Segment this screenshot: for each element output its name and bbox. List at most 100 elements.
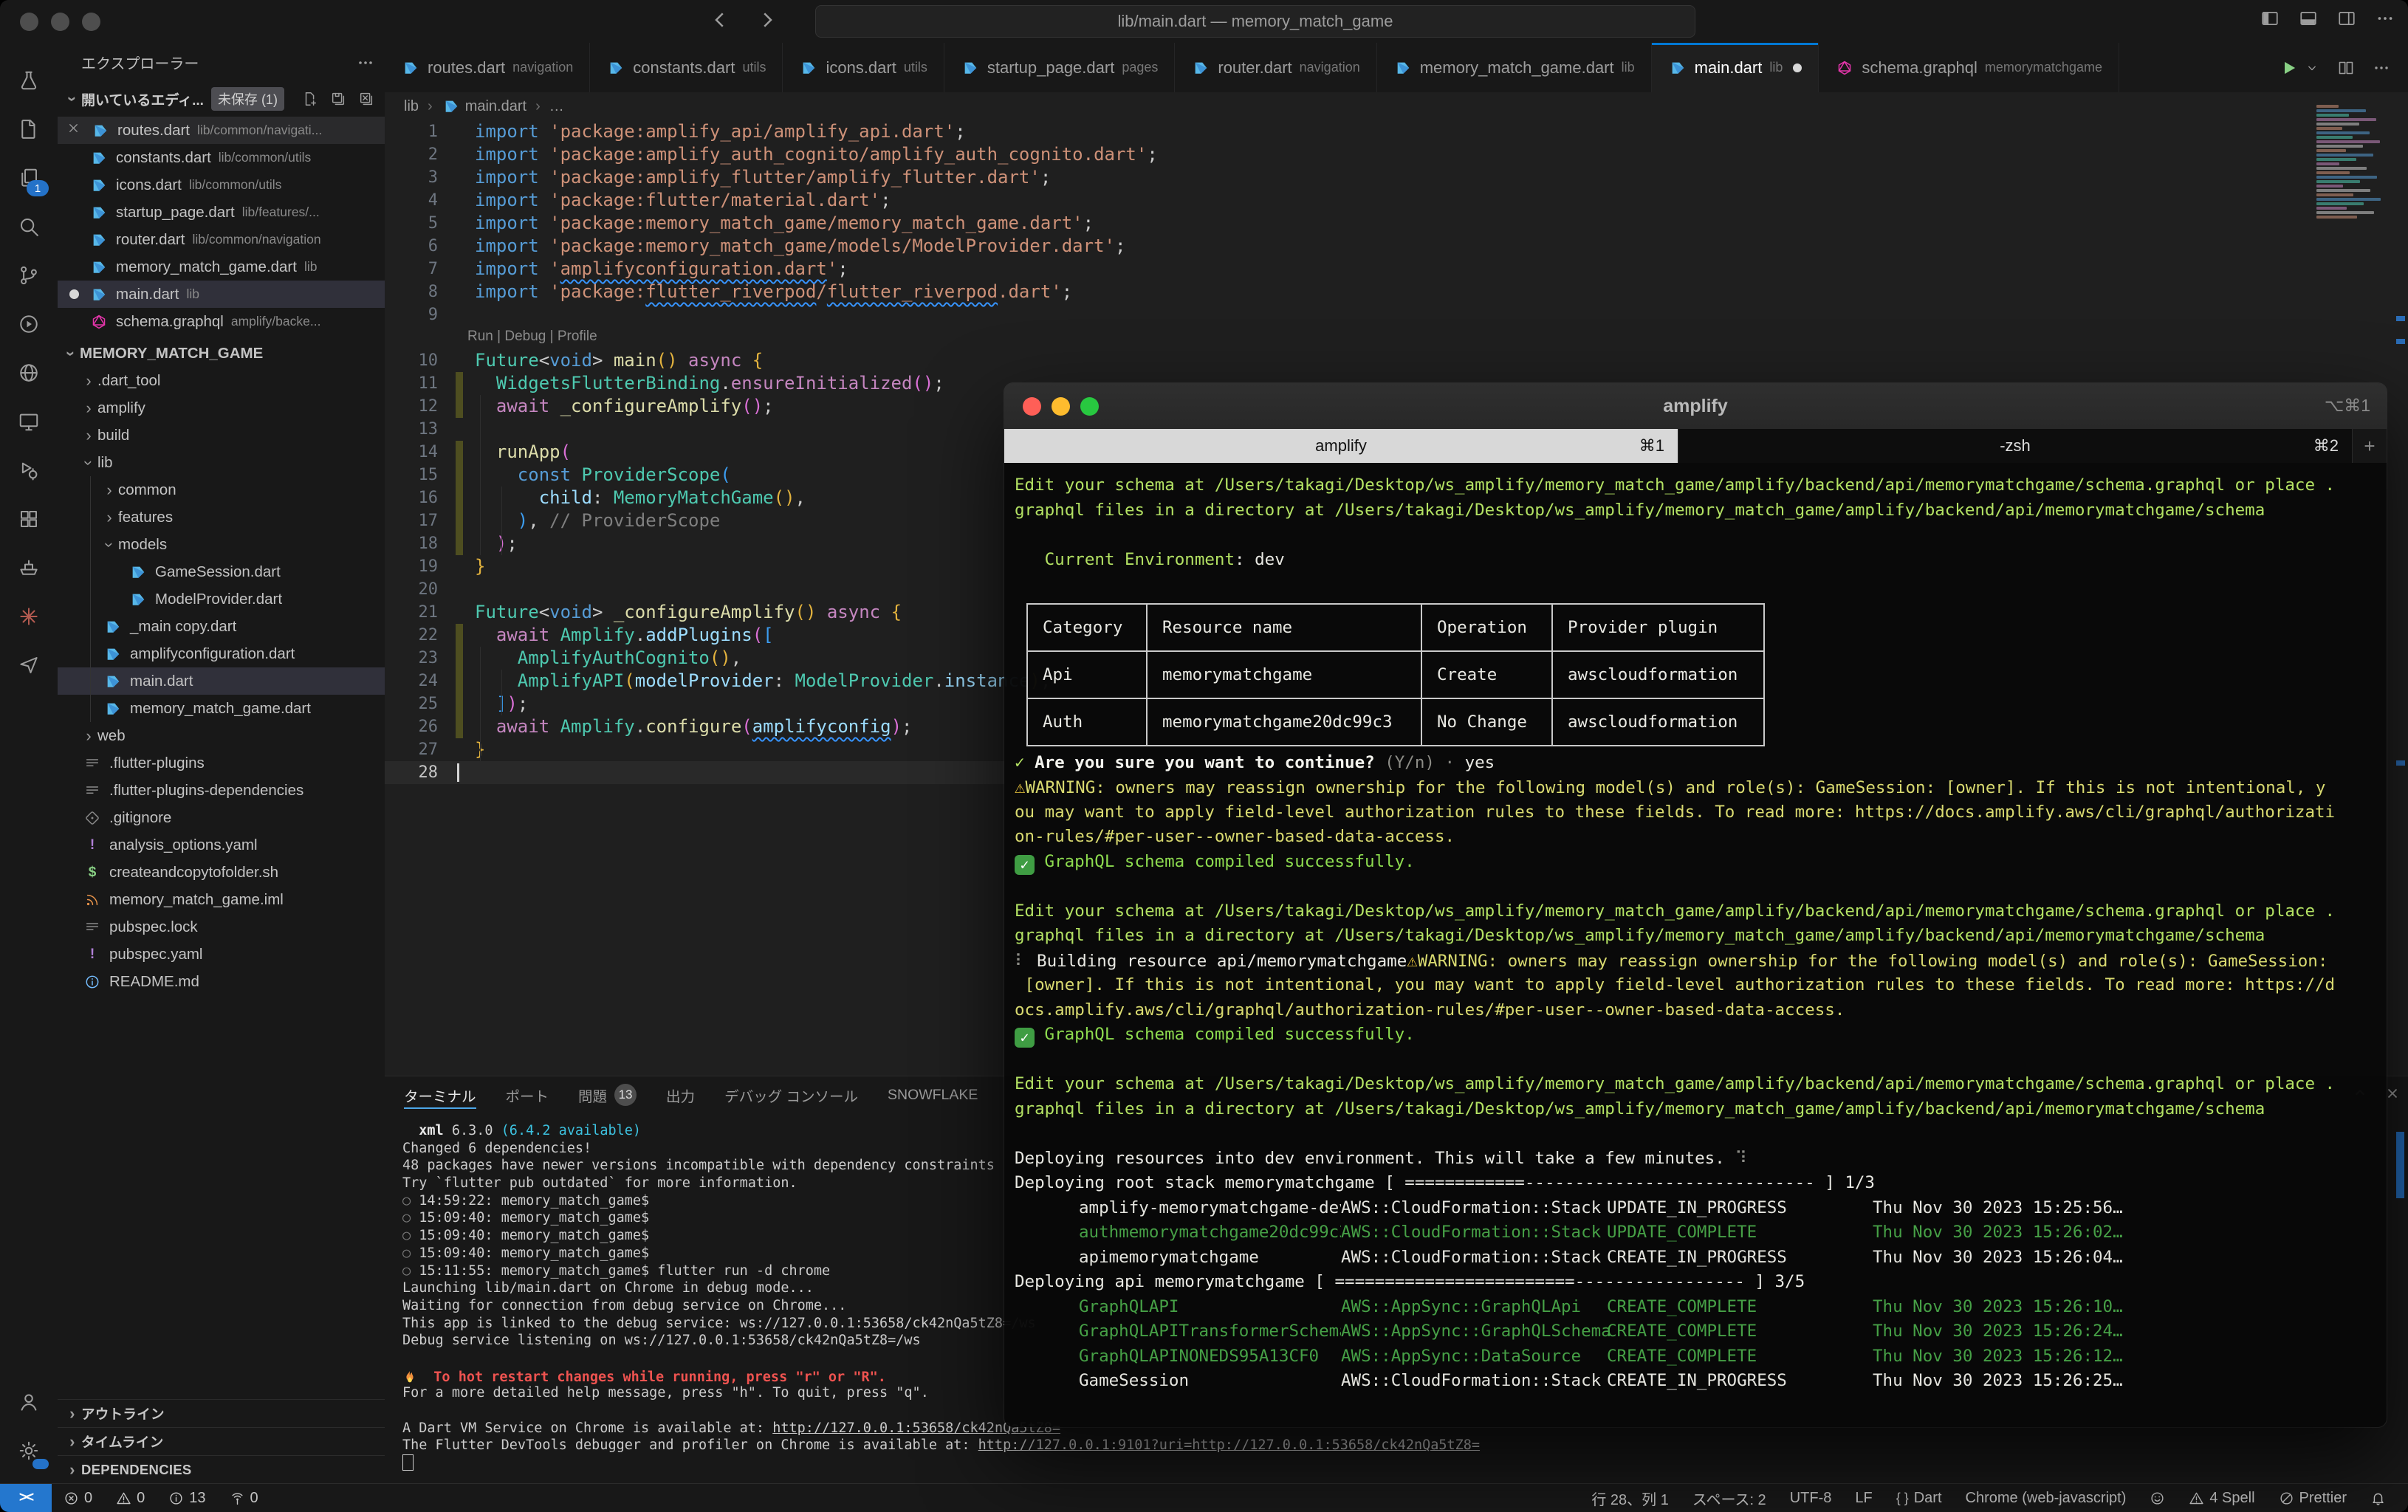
command-center-search[interactable]: lib/main.dart — memory_match_game: [815, 5, 1695, 38]
open-editor-icons.dart[interactable]: icons.dart lib/common/utils: [58, 171, 385, 199]
activity-docker[interactable]: [0, 543, 58, 592]
tree-item-pubspec.yaml[interactable]: ! pubspec.yaml: [58, 941, 385, 968]
tree-item-GameSession.dart[interactable]: GameSession.dart: [58, 558, 385, 585]
terminal-link[interactable]: http://127.0.0.1:9101?uri=http://127.0.0…: [978, 1437, 1480, 1453]
split-editor-icon[interactable]: [2337, 59, 2355, 77]
collapse-chevron-icon[interactable]: ›: [63, 90, 82, 108]
activity-run[interactable]: [0, 446, 58, 495]
breadcrumb-item[interactable]: main.dart: [465, 98, 526, 115]
open-editor-memory_match_game.dart[interactable]: memory_match_game.dart lib: [58, 253, 385, 281]
forward-arrow-icon[interactable]: [756, 9, 778, 31]
run-button[interactable]: [2280, 58, 2299, 78]
tab-router.dart[interactable]: router.dart navigation: [1175, 43, 1377, 92]
tree-item-lib[interactable]: › lib: [58, 449, 385, 476]
tab-main.dart[interactable]: main.dart lib: [1651, 43, 1819, 92]
section-アウトライン[interactable]: › アウトライン: [58, 1399, 385, 1428]
activity-beaker[interactable]: [0, 56, 58, 105]
activity-extensions[interactable]: [0, 495, 58, 543]
terminal-close-button[interactable]: [1023, 397, 1041, 416]
tree-item-amplify[interactable]: › amplify: [58, 394, 385, 422]
close-window-button[interactable]: [20, 13, 38, 31]
activity-debug[interactable]: [0, 300, 58, 348]
activity-globe[interactable]: [0, 348, 58, 397]
tree-item-analysis_options.yaml[interactable]: ! analysis_options.yaml: [58, 831, 385, 859]
section-DEPENDENCIES[interactable]: › DEPENDENCIES: [58, 1455, 385, 1484]
panel-tab-ポート[interactable]: ポート: [506, 1076, 549, 1113]
newfile-icon[interactable]: [302, 91, 318, 107]
status-行-28、列-1[interactable]: 行 28、列 1: [1591, 1488, 1668, 1509]
status-dart[interactable]: { } Dart: [1896, 1490, 1942, 1507]
activity-search[interactable]: [0, 202, 58, 251]
tree-item-createandcopytofolder.sh[interactable]: $ createandcopytofolder.sh: [58, 859, 385, 886]
status-bell[interactable]: [2370, 1491, 2386, 1506]
codelens[interactable]: Run | Debug | Profile: [385, 326, 2374, 349]
tree-item-memory_match_game.iml[interactable]: memory_match_game.iml: [58, 886, 385, 913]
zoom-window-button[interactable]: [82, 13, 100, 31]
tree-item-web[interactable]: › web: [58, 722, 385, 749]
tree-item-models[interactable]: › models: [58, 531, 385, 558]
new-terminal-tab-button[interactable]: +: [2353, 429, 2387, 463]
more-actions-icon[interactable]: [357, 54, 374, 72]
activity-source-control[interactable]: [0, 251, 58, 300]
tree-item-memory_match_game.dart[interactable]: memory_match_game.dart: [58, 695, 385, 722]
tab-routes.dart[interactable]: routes.dart navigation: [385, 43, 591, 92]
tree-item-.flutter-plugins[interactable]: .flutter-plugins: [58, 749, 385, 777]
terminal-title-bar[interactable]: amplify ⌥⌘1: [1004, 383, 2387, 429]
terminal-zoom-button[interactable]: [1080, 397, 1099, 416]
breadcrumb[interactable]: lib › main.dart ›…: [385, 92, 2408, 120]
minimize-window-button[interactable]: [51, 13, 69, 31]
remote-indicator[interactable]: ><: [0, 1484, 52, 1512]
back-arrow-icon[interactable]: [709, 9, 731, 31]
status-0[interactable]: 0: [230, 1490, 258, 1507]
status-スペース:-2[interactable]: スペース: 2: [1692, 1488, 1766, 1509]
panel-close-icon[interactable]: [2384, 1085, 2401, 1102]
status-lf[interactable]: LF: [1855, 1490, 1872, 1507]
activity-send[interactable]: [0, 641, 58, 690]
breadcrumb-item[interactable]: …: [549, 98, 564, 115]
panel-tab-ターミナル[interactable]: ターミナル: [404, 1076, 476, 1113]
tree-item-main.dart[interactable]: main.dart: [58, 667, 385, 695]
breadcrumb-item[interactable]: lib: [404, 98, 419, 115]
status-0[interactable]: 0: [116, 1490, 145, 1507]
tree-item-build[interactable]: › build: [58, 422, 385, 449]
open-editor-startup_page.dart[interactable]: startup_page.dart lib/features/...: [58, 199, 385, 226]
open-editor-main.dart[interactable]: main.dart lib: [58, 281, 385, 308]
activity-files[interactable]: [0, 105, 58, 154]
tree-item-ModelProvider.dart[interactable]: ModelProvider.dart: [58, 585, 385, 613]
more-actions-icon[interactable]: [2373, 59, 2390, 77]
tree-item-.gitignore[interactable]: .gitignore: [58, 804, 385, 831]
minimap[interactable]: [2316, 105, 2387, 223]
open-editor-routes.dart[interactable]: routes.dart lib/common/navigati...: [58, 117, 385, 144]
close-editor-icon[interactable]: [66, 121, 81, 140]
saveall-icon[interactable]: [330, 91, 346, 107]
status-4-spell[interactable]: 4 Spell: [2189, 1490, 2255, 1507]
panel-tab-出力[interactable]: 出力: [666, 1076, 695, 1113]
terminal-app-output[interactable]: Edit your schema at /Users/takagi/Deskto…: [1004, 463, 2387, 1427]
status-prettier[interactable]: Prettier: [2279, 1490, 2347, 1507]
closeall-icon[interactable]: [358, 91, 374, 107]
terminal-scrollbar[interactable]: [2396, 1132, 2404, 1198]
tree-item-README.md[interactable]: README.md: [58, 968, 385, 995]
tree-item-_main copy.dart[interactable]: _main copy.dart: [58, 613, 385, 640]
panel-tab-デバッグ コンソール[interactable]: デバッグ コンソール: [724, 1076, 858, 1113]
status-utf-8[interactable]: UTF-8: [1790, 1490, 1832, 1507]
tab-icons.dart[interactable]: icons.dart utils: [783, 43, 944, 92]
panel-tab-問題[interactable]: 問題 13: [578, 1076, 637, 1113]
tab-startup_page.dart[interactable]: startup_page.dart pages: [944, 43, 1176, 92]
activity-snowflake[interactable]: [0, 592, 58, 641]
tab-schema.graphql[interactable]: schema.graphql memorymatchgame: [1819, 43, 2119, 92]
activity-gear[interactable]: [0, 1426, 58, 1475]
activity-remote-explorer[interactable]: [0, 397, 58, 446]
tab-constants.dart[interactable]: constants.dart utils: [590, 43, 783, 92]
tree-item-amplifyconfiguration.dart[interactable]: amplifyconfiguration.dart: [58, 640, 385, 667]
terminal-tab-amplify[interactable]: amplify ⌘1: [1004, 429, 1678, 463]
status-13[interactable]: 13: [168, 1490, 206, 1507]
status-face[interactable]: [2150, 1491, 2165, 1506]
tree-item-.flutter-plugins-dependencies[interactable]: .flutter-plugins-dependencies: [58, 777, 385, 804]
more-layout-icon[interactable]: [2376, 9, 2395, 28]
terminal-minimize-button[interactable]: [1052, 397, 1070, 416]
open-editor-schema.graphql[interactable]: schema.graphql amplify/backe...: [58, 308, 385, 335]
tab-memory_match_game.dart[interactable]: memory_match_game.dart lib: [1376, 43, 1652, 92]
panel-tab-SNOWFLAKE[interactable]: SNOWFLAKE: [888, 1076, 978, 1113]
layout-right-toggle-icon[interactable]: [2337, 9, 2356, 28]
